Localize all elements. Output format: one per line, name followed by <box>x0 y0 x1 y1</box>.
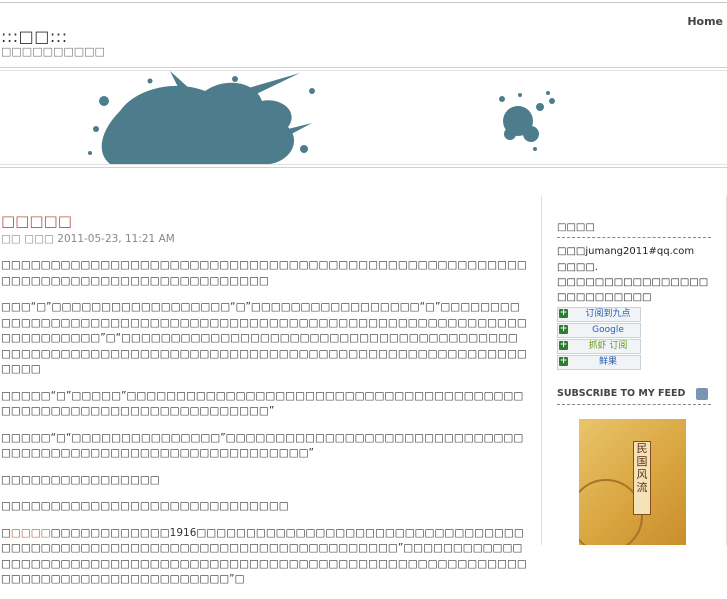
post-paragraph: □□□□□□□□□□□□□□□□ <box>1 473 160 486</box>
plus-icon: + <box>559 324 568 334</box>
contact-note-label: □□□□. <box>557 262 598 273</box>
sidebar: □□□□ □□□jumang2011#qq.com □□□□. □□□□□□□□… <box>541 196 727 545</box>
subscribe-jiudian-button[interactable]: + 订阅到九点 <box>557 307 641 322</box>
header-banner <box>0 67 727 168</box>
subscribe-google-button[interactable]: + Google <box>557 323 641 338</box>
book-cover-image[interactable]: 民国风流 <box>579 419 686 545</box>
ink-splash-image <box>88 71 555 164</box>
plus-icon: + <box>559 308 568 318</box>
subscribe-heading: SUBSCRIBE TO MY FEED <box>557 388 686 399</box>
site-subtitle: □□□□□□□□□□ <box>1 45 105 58</box>
post-paragraph: □□□□□□□□□□□□□□□□□□□□□□□□□□□□□□□□□□□□□□□□… <box>1 259 527 287</box>
contact-heading: □□□□ <box>557 222 595 233</box>
post-meta: □□ □□□ 2011-05-23, 11:21 AM <box>1 233 175 245</box>
plus-icon: + <box>559 356 568 366</box>
post-paragraph: □□□□□“□“□□□□□□□□□□□□□□□”□□□□□□□□□□□□□□□□… <box>1 431 524 460</box>
paragraph-text: □□□□□□□□□□□□1916□□□□□□□□□□□□□□□□□□□□□□□□… <box>1 526 527 586</box>
rss-icon[interactable] <box>696 388 708 400</box>
post-paragraph: □□□□□□□□□□□□□□□□□□□□□□□□□□□□□ <box>1 500 289 512</box>
post-paragraph: □□□□□“□”□□□□□”□□□□□□□□□□□□□□□□□□□□□□□□□□… <box>1 389 524 418</box>
top-rule <box>0 2 727 3</box>
subscribe-zhuaxia-button[interactable]: + 抓虾 订阅 <box>557 339 641 354</box>
section-divider <box>557 404 711 405</box>
paragraph-prefix: □ <box>1 526 11 539</box>
post-title-link[interactable]: □□□□□ <box>1 212 72 230</box>
book-title: 民国风流 <box>633 441 651 515</box>
post-paragraph: □□□□□□□□□□□□□□□□□1916□□□□□□□□□□□□□□□□□□□… <box>1 526 527 588</box>
contact-note: □□□□□□□□□□□□□□□□□□□□□□□□□□ <box>557 277 709 303</box>
post-body: □□□□□□□□□□□□□□□□□□□□□□□□□□□□□□□□□□□□□□□□… <box>1 258 527 599</box>
subscribe-xianguo-button[interactable]: + 鲜果 <box>557 355 641 370</box>
section-divider <box>557 237 711 238</box>
home-link[interactable]: Home <box>687 15 723 28</box>
site-title[interactable]: :::□□::: <box>1 27 68 46</box>
post-paragraph: □□□“□”□□□□□□□□□□□□□□□□□□“□”□□□□□□□□□□□□□… <box>1 301 527 375</box>
inline-link[interactable]: □□□□ <box>11 527 51 539</box>
contact-email: □□□jumang2011#qq.com <box>557 246 695 257</box>
plus-icon: + <box>559 340 568 350</box>
